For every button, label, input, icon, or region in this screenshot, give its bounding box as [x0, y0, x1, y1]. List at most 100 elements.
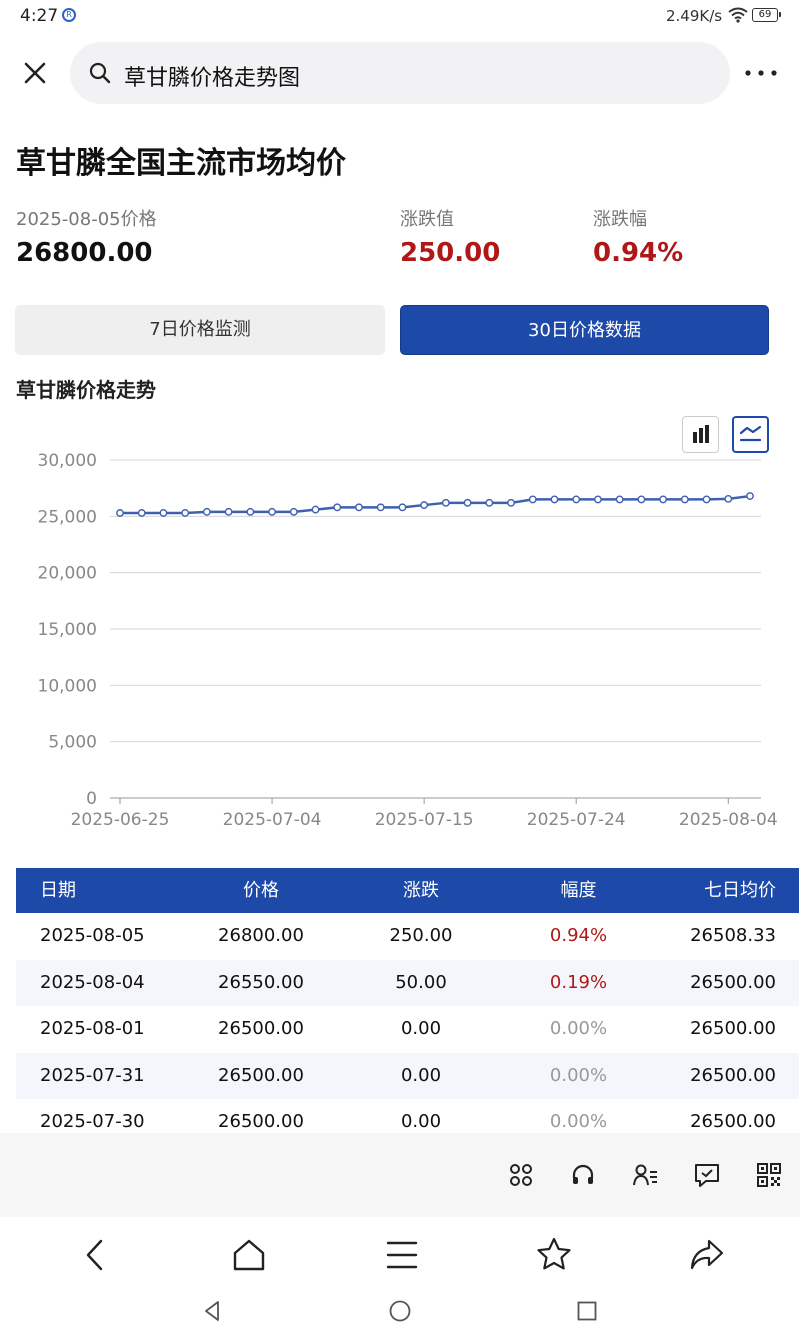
data-point — [594, 495, 602, 504]
data-point — [398, 503, 407, 512]
feedback-icon[interactable] — [693, 1161, 721, 1189]
table-header: 日期 价格 涨跌 幅度 七日均价 — [16, 868, 799, 913]
bar-chart-toggle[interactable] — [682, 416, 719, 453]
row-percent: 0.19% — [549, 971, 608, 993]
data-point — [116, 509, 124, 517]
row-price: 26500.00 — [218, 1064, 304, 1086]
data-point — [680, 495, 689, 504]
star-icon[interactable] — [534, 1235, 574, 1275]
table-row: 2025-08-01 26500.00 0.00 0.00% 26500.00 — [16, 1006, 799, 1053]
data-point — [507, 498, 515, 507]
y-tick-label: 25,000 — [38, 507, 97, 527]
back-icon[interactable] — [76, 1235, 116, 1275]
data-point — [659, 495, 668, 504]
data-point — [224, 507, 233, 516]
data-point — [420, 501, 429, 509]
share-icon[interactable] — [687, 1235, 727, 1275]
network-speed: 2.49K/s — [666, 7, 723, 25]
row-change: 0.00 — [400, 1018, 442, 1039]
battery-icon: 69 — [752, 8, 781, 22]
header-date: 日期 — [40, 880, 76, 901]
row-date: 2025-08-05 — [40, 925, 145, 946]
table-row: 2025-07-31 26500.00 0.00 0.00% 26500.00 — [16, 1052, 799, 1099]
trend-section-title: 草甘膦价格走势 — [16, 378, 156, 402]
data-point — [246, 507, 255, 516]
price-table: 日期 价格 涨跌 幅度 七日均价 2025-08-05 26800.00 250… — [16, 868, 799, 1146]
headset-icon[interactable] — [569, 1161, 597, 1189]
data-point — [463, 498, 472, 507]
status-bar: 4:27 R 2.49K/s 69 — [0, 0, 800, 34]
data-point — [333, 503, 342, 512]
apps-icon[interactable] — [507, 1161, 535, 1189]
row-change: 0.00 — [400, 1064, 442, 1086]
system-back-icon[interactable] — [201, 1299, 225, 1323]
close-icon[interactable] — [16, 54, 54, 92]
status-time: 4:27 — [20, 6, 59, 26]
header-price: 价格 — [243, 880, 279, 901]
x-tick-label: 2025-07-15 — [375, 810, 474, 830]
price-value: 26800.00 — [16, 238, 153, 268]
percent-label: 涨跌幅 — [593, 209, 647, 230]
wifi-icon — [728, 7, 748, 23]
y-tick-label: 0 — [86, 789, 97, 809]
line-chart-icon — [739, 425, 762, 442]
row-7day-average: 26500.00 — [690, 1018, 776, 1039]
price-trend-chart: 0 5,000 10,000 15,000 20,000 25,000 30,000 2025… — [38, 451, 778, 830]
tab-30-day-data[interactable]: 30日价格数据 — [400, 305, 769, 355]
x-tick-label: 2025-08-04 — [679, 810, 778, 830]
row-date: 2025-08-04 — [40, 971, 145, 993]
system-home-icon[interactable] — [388, 1299, 412, 1323]
row-percent: 0.94% — [549, 925, 608, 946]
data-point — [615, 495, 624, 504]
menu-icon[interactable] — [382, 1235, 422, 1275]
search-bar: 草甘膦价格走势图 — [0, 38, 800, 108]
header-change: 涨跌 — [403, 880, 439, 901]
data-point — [355, 503, 363, 512]
system-nav-bar — [0, 1289, 800, 1333]
bar-chart-icon — [693, 425, 709, 443]
browser-nav-bar — [0, 1217, 800, 1289]
system-recents-icon[interactable] — [575, 1299, 599, 1323]
row-price: 26800.00 — [218, 925, 304, 946]
data-point — [289, 507, 298, 516]
table-row: 2025-08-05 26800.00 250.00 0.94% 26508.3… — [16, 913, 799, 960]
y-tick-label: 5,000 — [48, 733, 97, 753]
row-percent: 0.00% — [549, 1018, 608, 1039]
page-toolbar — [0, 1133, 800, 1217]
data-point — [181, 509, 190, 517]
y-tick-label: 15,000 — [38, 620, 97, 640]
more-icon[interactable] — [740, 58, 784, 88]
x-tick-label: 2025-07-04 — [223, 810, 322, 830]
data-point — [550, 495, 559, 504]
search-query: 草甘膦价格走势图 — [124, 66, 301, 91]
change-label: 涨跌值 — [400, 209, 454, 230]
header-percent: 幅度 — [560, 880, 597, 901]
data-point — [311, 505, 320, 514]
data-point — [724, 494, 733, 503]
header-7day-average: 七日均价 — [704, 880, 776, 901]
table-row: 2025-08-04 26550.00 50.00 0.19% 26500.00 — [16, 959, 799, 1006]
row-date: 2025-08-01 — [40, 1018, 145, 1039]
profile-list-icon[interactable] — [631, 1161, 659, 1189]
notification-icon: R — [62, 8, 76, 22]
price-date-label: 2025-08-05价格 — [16, 209, 157, 230]
row-7day-average: 26500.00 — [690, 1064, 776, 1086]
data-point — [376, 503, 385, 512]
qr-code-icon[interactable] — [755, 1161, 783, 1189]
tab-7-day-monitor[interactable]: 7日价格监测 — [15, 305, 385, 355]
data-point — [528, 495, 537, 504]
row-date: 2025-07-31 — [40, 1064, 145, 1086]
home-icon[interactable] — [229, 1235, 269, 1275]
percent-value: 0.94% — [593, 238, 684, 268]
data-point — [441, 498, 450, 507]
data-point — [637, 495, 646, 504]
row-price: 26550.00 — [218, 971, 304, 993]
line-chart-toggle[interactable] — [732, 416, 769, 453]
data-point — [159, 509, 168, 517]
y-tick-label: 30,000 — [38, 451, 97, 471]
row-change: 50.00 — [395, 971, 447, 993]
search-input[interactable]: 草甘膦价格走势图 — [70, 42, 730, 104]
x-tick-label: 2025-06-25 — [71, 810, 170, 830]
data-point — [485, 498, 494, 507]
data-point — [702, 495, 711, 504]
